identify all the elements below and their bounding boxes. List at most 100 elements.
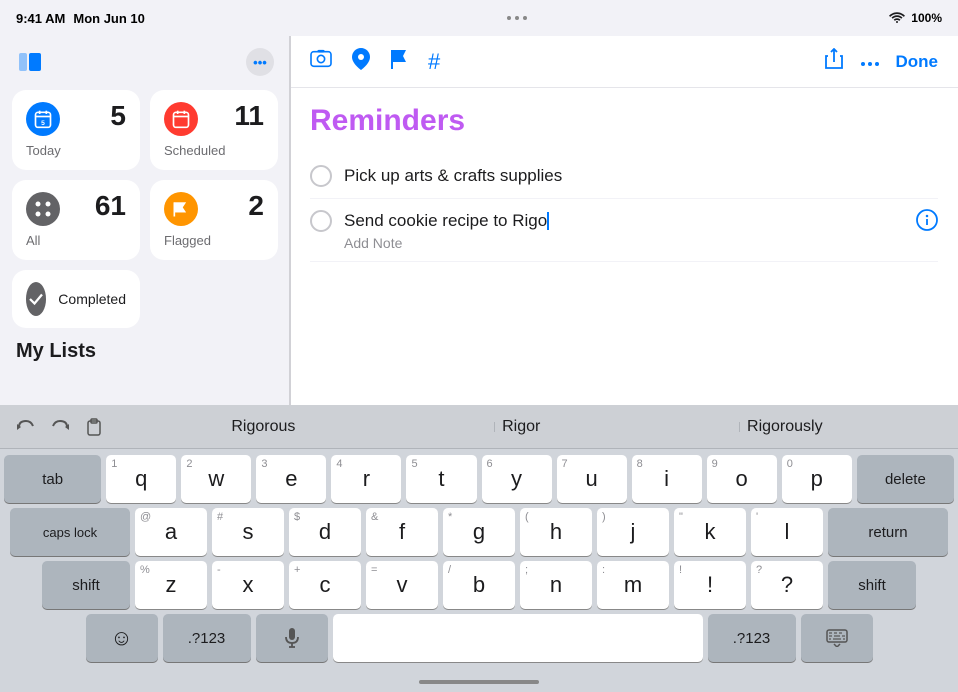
toolbar-left: #: [310, 48, 440, 76]
clipboard-button[interactable]: [80, 413, 108, 441]
key-z[interactable]: %z: [135, 561, 207, 609]
key-j[interactable]: )j: [597, 508, 669, 556]
key-c[interactable]: +c: [289, 561, 361, 609]
smart-list-flagged[interactable]: 2 Flagged: [150, 180, 278, 260]
today-count: 5: [110, 102, 126, 130]
key-u[interactable]: 7u: [557, 455, 627, 503]
status-wifi-icon: [889, 11, 905, 26]
smart-lists-grid: 5 5 Today: [12, 90, 278, 260]
toolbar-right: Done: [824, 48, 939, 76]
flagged-label: Flagged: [164, 233, 264, 248]
key-s[interactable]: #s: [212, 508, 284, 556]
status-dot-3: [523, 16, 527, 20]
smart-list-scheduled[interactable]: 11 Scheduled: [150, 90, 278, 170]
emoji-key[interactable]: ☺: [86, 614, 158, 662]
photo-icon[interactable]: [310, 49, 332, 75]
key-k[interactable]: "k: [674, 508, 746, 556]
sidebar-header: •••: [12, 48, 278, 76]
key-v[interactable]: =v: [366, 561, 438, 609]
location-icon[interactable]: [352, 48, 370, 76]
key-n[interactable]: ;n: [520, 561, 592, 609]
microphone-key[interactable]: [256, 614, 328, 662]
text-cursor: [547, 212, 549, 230]
all-icon: [26, 192, 60, 226]
reminder-note-2[interactable]: Add Note: [344, 235, 904, 251]
hash-icon[interactable]: #: [428, 49, 440, 75]
suggestions-words: Rigorous Rigor Rigorously: [108, 414, 946, 440]
toolbar: #: [290, 36, 958, 88]
key-f[interactable]: &f: [366, 508, 438, 556]
completed-icon: [26, 282, 46, 316]
svg-text:5: 5: [41, 120, 45, 127]
key-q[interactable]: 1q: [106, 455, 176, 503]
key-x[interactable]: -x: [212, 561, 284, 609]
status-dot-1: [507, 16, 511, 20]
key-h[interactable]: (h: [520, 508, 592, 556]
return-key[interactable]: return: [828, 508, 948, 556]
today-label: Today: [26, 143, 126, 158]
key-a[interactable]: @a: [135, 508, 207, 556]
more-icon[interactable]: [860, 50, 880, 73]
smart-list-completed[interactable]: Completed: [12, 270, 140, 328]
home-bar: [419, 680, 539, 684]
completed-label: Completed: [58, 291, 126, 307]
undo-button[interactable]: [12, 413, 40, 441]
key-o[interactable]: 9o: [707, 455, 777, 503]
my-lists-heading: My Lists: [12, 328, 278, 367]
caps-lock-key[interactable]: caps lock: [10, 508, 130, 556]
key-e[interactable]: 3e: [256, 455, 326, 503]
numbers-key-left[interactable]: .?123: [163, 614, 251, 662]
shift-right-key[interactable]: shift: [828, 561, 916, 609]
key-i[interactable]: 8i: [632, 455, 702, 503]
reminders-title: Reminders: [310, 104, 938, 138]
key-p[interactable]: 0p: [782, 455, 852, 503]
reminder-checkbox-2[interactable]: [310, 210, 332, 232]
reminder-info-button-2[interactable]: [916, 209, 938, 237]
key-w[interactable]: 2w: [181, 455, 251, 503]
space-key[interactable]: [333, 614, 703, 662]
home-indicator: [0, 672, 958, 692]
all-label: All: [26, 233, 126, 248]
suggestion-0[interactable]: Rigorous: [223, 414, 303, 440]
key-d[interactable]: $d: [289, 508, 361, 556]
key-t[interactable]: 5t: [406, 455, 476, 503]
key-question[interactable]: ??: [751, 561, 823, 609]
kb-row-2: caps lock @a #s $d &f *g (h )j: [4, 508, 954, 556]
sidebar-more-button[interactable]: •••: [246, 48, 274, 76]
key-g[interactable]: *g: [443, 508, 515, 556]
reminder-text-1[interactable]: Pick up arts & crafts supplies: [344, 164, 938, 188]
hide-keyboard-key[interactable]: [801, 614, 873, 662]
reminder-item-2: Send cookie recipe to Rigo Add Note: [310, 199, 938, 262]
share-icon[interactable]: [824, 48, 844, 76]
tab-key[interactable]: tab: [4, 455, 101, 503]
status-dot-2: [515, 16, 519, 20]
all-count: 61: [95, 192, 126, 220]
status-time: 9:41 AM: [16, 11, 65, 26]
key-b[interactable]: /b: [443, 561, 515, 609]
scheduled-label: Scheduled: [164, 143, 264, 158]
keyboard-rows: tab 1q 2w 3e 4r 5t 6y 7u: [0, 449, 958, 672]
key-y[interactable]: 6y: [482, 455, 552, 503]
flagged-count: 2: [248, 192, 264, 220]
reminder-text-2[interactable]: Send cookie recipe to Rigo: [344, 209, 904, 233]
done-button[interactable]: Done: [896, 52, 939, 72]
delete-key[interactable]: delete: [857, 455, 954, 503]
status-date: Mon Jun 10: [73, 11, 145, 26]
smart-list-all[interactable]: 61 All: [12, 180, 140, 260]
flag-icon[interactable]: [390, 48, 408, 76]
redo-button[interactable]: [46, 413, 74, 441]
shift-left-key[interactable]: shift: [42, 561, 130, 609]
key-r[interactable]: 4r: [331, 455, 401, 503]
key-l[interactable]: 'l: [751, 508, 823, 556]
suggestion-2[interactable]: Rigorously: [739, 414, 831, 440]
scheduled-icon: [164, 102, 198, 136]
key-m[interactable]: :m: [597, 561, 669, 609]
suggestions-actions: [12, 413, 108, 441]
numbers-key-right[interactable]: .?123: [708, 614, 796, 662]
smart-list-today[interactable]: 5 5 Today: [12, 90, 140, 170]
key-exclaim[interactable]: !!: [674, 561, 746, 609]
suggestion-1[interactable]: Rigor: [494, 414, 548, 440]
reminder-checkbox-1[interactable]: [310, 165, 332, 187]
suggestions-bar: Rigorous Rigor Rigorously: [0, 405, 958, 449]
sidebar-toggle-icon[interactable]: [16, 48, 44, 76]
